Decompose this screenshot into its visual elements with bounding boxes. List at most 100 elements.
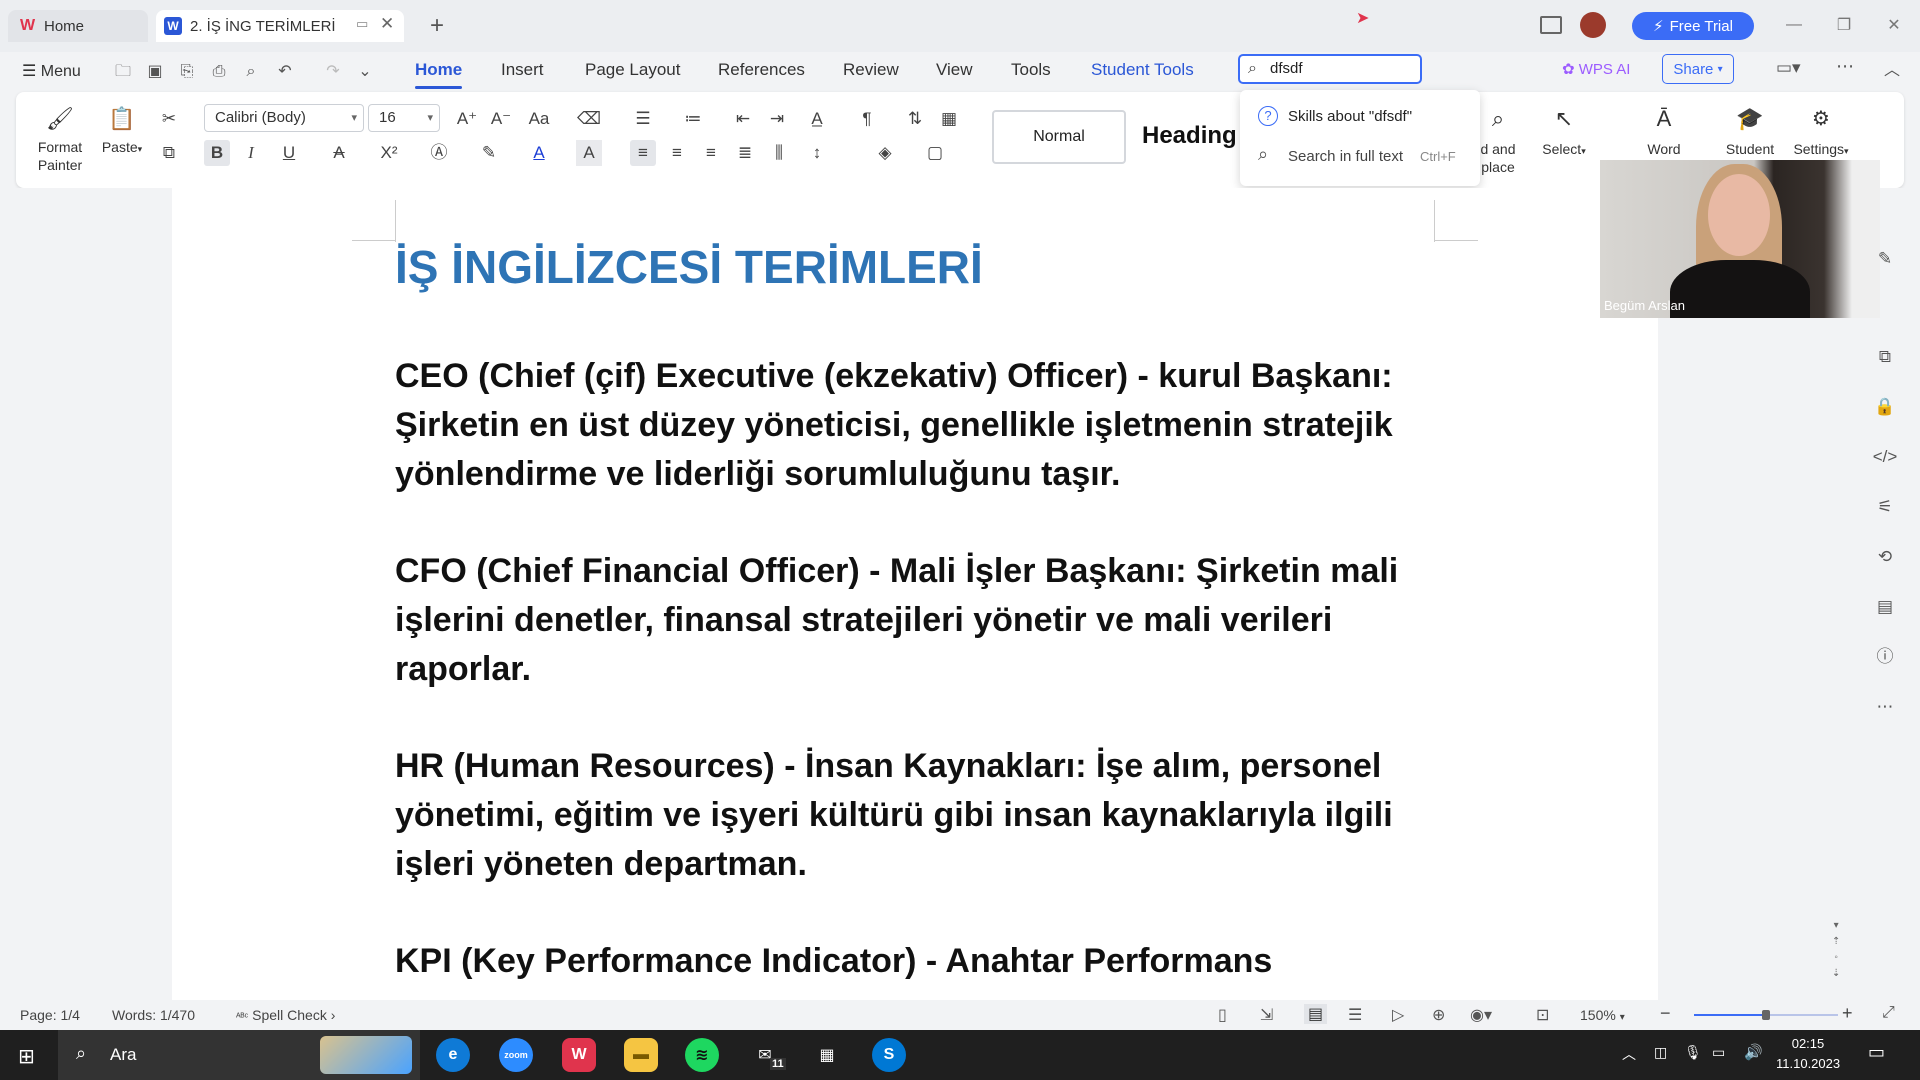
font-color-icon[interactable]: A	[526, 140, 552, 166]
print-icon[interactable]: ⎙	[208, 62, 230, 82]
close-window-icon[interactable]: ✕	[1874, 12, 1914, 38]
save-icon[interactable]: ▣	[144, 62, 166, 82]
cut-icon[interactable]: ✂	[156, 106, 182, 132]
reading-mode-icon[interactable]: ⇲	[1260, 1005, 1273, 1025]
decrease-font-icon[interactable]: A⁻	[488, 106, 514, 132]
shading-icon[interactable]: ◈	[872, 140, 898, 166]
settings-button[interactable]: ⚙ Settings▾	[1788, 109, 1854, 160]
increase-indent-icon[interactable]: ⇥	[764, 106, 790, 132]
notification-icon[interactable]: ▭	[1868, 1042, 1885, 1063]
tab-document[interactable]: W 2. İŞ İNG TERİMLERİ ▭ ✕	[156, 10, 404, 42]
distributed-icon[interactable]: ⫼	[766, 140, 792, 166]
strikethrough-icon[interactable]: A	[326, 140, 352, 166]
menu-tab-tools[interactable]: Tools	[1011, 60, 1051, 80]
wps-office-icon[interactable]: W	[562, 1038, 596, 1072]
student-button[interactable]: 🎓 Student	[1718, 108, 1782, 158]
export-pdf-icon[interactable]: ⎘	[176, 62, 198, 82]
increase-font-icon[interactable]: A⁺	[454, 106, 480, 132]
pin-tab-icon[interactable]: ▭	[356, 16, 368, 32]
restore-icon[interactable]: ❐	[1824, 12, 1864, 38]
bold-icon[interactable]: B	[204, 140, 230, 166]
italic-icon[interactable]: I	[238, 140, 264, 166]
lock-icon[interactable]: 🔒	[1872, 394, 1898, 420]
menu-tab-view[interactable]: View	[936, 60, 973, 80]
print-preview-icon[interactable]: ⌕	[240, 62, 262, 82]
zoom-icon[interactable]: zoom	[499, 1038, 533, 1072]
sort-icon[interactable]: ⇅	[902, 106, 928, 132]
page-nav-controls[interactable]: ▾ ⇡ ◦ ⇣	[1832, 918, 1840, 982]
redo-icon[interactable]: ↷	[322, 62, 344, 82]
spell-check-button[interactable]: ᴬᴮᶜ Spell Check ›	[236, 1007, 335, 1023]
play-icon[interactable]: ▷	[1392, 1005, 1404, 1025]
fit-page-icon[interactable]: ⊡	[1536, 1005, 1549, 1025]
clock-time[interactable]: 02:15	[1776, 1036, 1840, 1051]
windows-start-icon[interactable]: ⊞	[18, 1044, 35, 1069]
microphone-icon[interactable]: 🎙	[1684, 1044, 1702, 1061]
skills-search-item[interactable]: ? Skills about "dfsdf"	[1240, 98, 1480, 134]
paragraph-mark-icon[interactable]: ¶	[854, 106, 880, 132]
underline-icon[interactable]: U	[276, 140, 302, 166]
highlight-icon[interactable]: ✎	[476, 140, 502, 166]
line-spacing-icon[interactable]: ↕	[804, 140, 830, 166]
eye-protection-icon[interactable]: ◉▾	[1470, 1005, 1492, 1025]
clear-format-icon[interactable]: ⌫	[576, 106, 602, 132]
camera-icon[interactable]: ◫	[1654, 1044, 1667, 1061]
style-normal[interactable]: Normal	[992, 110, 1126, 164]
comment-icon[interactable]: ▭▾	[1776, 58, 1801, 78]
table-icon[interactable]: ▦	[936, 106, 962, 132]
fullscreen-icon[interactable]: ⤢	[1882, 1004, 1895, 1022]
menu-tab-page-layout[interactable]: Page Layout	[585, 60, 680, 80]
outline-icon[interactable]: ▤	[1872, 594, 1898, 620]
outline-view-icon[interactable]: ☰	[1348, 1005, 1362, 1025]
more-quick-access-icon[interactable]: ⌄	[354, 62, 376, 82]
share-button[interactable]: Share ▾	[1662, 54, 1734, 84]
edge-icon[interactable]: e	[436, 1038, 470, 1072]
change-case-icon[interactable]: Aa	[526, 106, 552, 132]
word-count[interactable]: Words: 1/470	[112, 1007, 195, 1023]
crop-icon[interactable]: ⧉	[1872, 344, 1898, 370]
mail-icon[interactable]: ✉ 11	[748, 1038, 786, 1072]
help-icon[interactable]: ⓘ	[1872, 644, 1898, 670]
web-view-icon[interactable]: ⊕	[1432, 1005, 1445, 1025]
zoom-out-icon[interactable]: −	[1660, 1003, 1671, 1024]
free-trial-button[interactable]: ⚡ Free Trial	[1632, 12, 1754, 40]
text-effects-icon[interactable]: Ⓐ	[426, 140, 452, 166]
align-center-icon[interactable]: ≡	[664, 140, 690, 166]
zoom-select[interactable]: 150% ▾	[1580, 1007, 1625, 1023]
minimize-icon[interactable]: —	[1774, 12, 1814, 38]
open-folder-icon[interactable]: 🗀	[112, 62, 134, 82]
menu-button[interactable]: ☰ Menu	[22, 61, 81, 81]
more-icon[interactable]: ⋯	[1872, 694, 1898, 720]
menu-tab-review[interactable]: Review	[843, 60, 899, 80]
spotify-icon[interactable]: ≋	[685, 1038, 719, 1072]
layout-icon[interactable]	[1540, 16, 1562, 34]
paste-button[interactable]: 📋 Paste▾	[98, 108, 146, 158]
word-button[interactable]: Ā Word	[1634, 108, 1694, 158]
menu-tab-student-tools[interactable]: Student Tools	[1091, 60, 1194, 80]
full-text-search-item[interactable]: ⌕ Search in full text Ctrl+F	[1240, 138, 1480, 174]
font-size-select[interactable]: 16 ▾	[368, 104, 440, 132]
menu-tab-home[interactable]: Home	[415, 60, 463, 89]
close-tab-icon[interactable]: ✕	[380, 14, 394, 34]
tray-expand-icon[interactable]: ︿	[1622, 1044, 1636, 1064]
menu-tab-references[interactable]: References	[718, 60, 805, 80]
taskbar-search[interactable]: ⌕ Ara	[58, 1030, 420, 1080]
new-tab-icon[interactable]: +	[430, 12, 444, 40]
numbering-icon[interactable]: ≔	[680, 106, 706, 132]
more-options-icon[interactable]: ⋯	[1836, 56, 1854, 77]
undo-icon[interactable]: ↶	[274, 62, 296, 82]
menu-tab-insert[interactable]: Insert	[501, 60, 544, 80]
character-shading-icon[interactable]: A	[576, 140, 602, 166]
decrease-indent-icon[interactable]: ⇤	[730, 106, 756, 132]
style-heading[interactable]: Heading	[1142, 122, 1237, 150]
view-mode-icon[interactable]: ▯	[1218, 1005, 1227, 1025]
clock-date[interactable]: 11.10.2023	[1776, 1056, 1840, 1071]
volume-icon[interactable]: 🔊	[1744, 1043, 1763, 1061]
adjust-icon[interactable]: ⚟	[1872, 494, 1898, 520]
justify-icon[interactable]: ≣	[732, 140, 758, 166]
collapse-ribbon-icon[interactable]: ︿	[1884, 56, 1900, 80]
history-icon[interactable]: ⟲	[1872, 544, 1898, 570]
zoom-slider-thumb[interactable]	[1762, 1010, 1770, 1020]
bullets-icon[interactable]: ☰	[630, 106, 656, 132]
store-icon[interactable]: ▦	[810, 1038, 844, 1072]
